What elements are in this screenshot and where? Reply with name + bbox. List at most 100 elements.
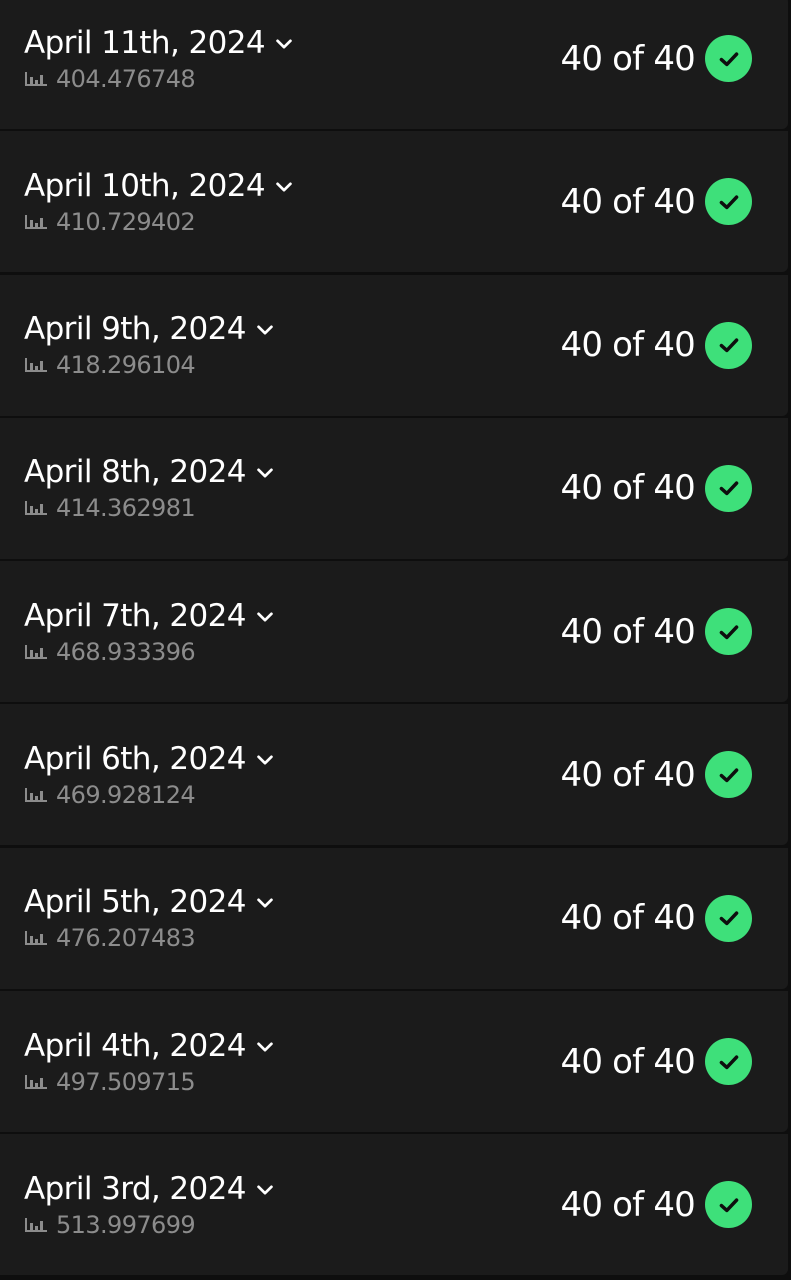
entry-score: 476.207483 bbox=[56, 924, 196, 953]
list-item[interactable]: April 5th, 2024 476.207483 40 of 40 bbox=[0, 847, 788, 989]
entry-status: 40 of 40 bbox=[560, 178, 752, 226]
date-line: April 3rd, 2024 bbox=[24, 1170, 276, 1208]
entry-info: April 9th, 2024 418.296104 bbox=[24, 310, 276, 380]
bar-chart-icon bbox=[25, 1217, 47, 1232]
entry-info: April 10th, 2024 410.729402 bbox=[24, 167, 295, 237]
daily-results-list: April 11th, 2024 404.476748 40 of 40 Apr… bbox=[0, 0, 791, 1276]
score-line: 404.476748 bbox=[24, 64, 295, 94]
bar-chart-icon bbox=[25, 214, 47, 229]
entry-date: April 5th, 2024 bbox=[24, 884, 246, 921]
list-item[interactable]: April 9th, 2024 418.296104 40 of 40 bbox=[0, 274, 788, 416]
progress-count: 40 of 40 bbox=[560, 1184, 695, 1225]
entry-info: April 11th, 2024 404.476748 bbox=[24, 24, 295, 94]
progress-count: 40 of 40 bbox=[560, 325, 695, 366]
progress-count: 40 of 40 bbox=[560, 38, 695, 79]
score-line: 497.509715 bbox=[24, 1067, 276, 1097]
entry-score: 410.729402 bbox=[56, 207, 196, 236]
entry-score: 513.997699 bbox=[56, 1210, 196, 1239]
list-item[interactable]: April 3rd, 2024 513.997699 40 of 40 bbox=[0, 1134, 788, 1276]
entry-date: April 9th, 2024 bbox=[24, 311, 246, 348]
entry-score: 469.928124 bbox=[56, 780, 196, 809]
entry-date: April 3rd, 2024 bbox=[24, 1170, 247, 1207]
entry-date: April 6th, 2024 bbox=[24, 740, 246, 777]
entry-score: 404.476748 bbox=[56, 64, 196, 93]
list-item[interactable]: April 11th, 2024 404.476748 40 of 40 bbox=[0, 0, 788, 129]
entry-score: 418.296104 bbox=[56, 351, 196, 380]
score-line: 469.928124 bbox=[24, 780, 276, 810]
bar-chart-icon bbox=[25, 501, 47, 516]
bar-chart-icon bbox=[25, 787, 47, 802]
chevron-down-icon[interactable] bbox=[254, 319, 276, 341]
chevron-down-icon[interactable] bbox=[254, 749, 276, 771]
entry-status: 40 of 40 bbox=[560, 894, 752, 942]
entry-status: 40 of 40 bbox=[560, 321, 752, 369]
check-circle-icon bbox=[705, 751, 752, 799]
date-line: April 8th, 2024 bbox=[24, 453, 276, 491]
entry-status: 40 of 40 bbox=[560, 608, 752, 656]
chevron-down-icon[interactable] bbox=[273, 33, 295, 55]
list-item[interactable]: April 6th, 2024 469.928124 40 of 40 bbox=[0, 704, 788, 846]
check-circle-icon bbox=[705, 464, 752, 512]
score-line: 418.296104 bbox=[24, 350, 276, 380]
progress-count: 40 of 40 bbox=[560, 754, 695, 795]
entry-status: 40 of 40 bbox=[560, 1038, 752, 1086]
check-circle-icon bbox=[705, 1038, 752, 1086]
entry-date: April 4th, 2024 bbox=[24, 1027, 246, 1064]
entry-info: April 4th, 2024 497.509715 bbox=[24, 1027, 276, 1097]
chevron-down-icon[interactable] bbox=[254, 892, 276, 914]
date-line: April 11th, 2024 bbox=[24, 24, 295, 62]
entry-info: April 5th, 2024 476.207483 bbox=[24, 883, 276, 953]
progress-count: 40 of 40 bbox=[560, 1041, 695, 1082]
date-line: April 9th, 2024 bbox=[24, 310, 276, 348]
list-item[interactable]: April 4th, 2024 497.509715 40 of 40 bbox=[0, 991, 788, 1133]
check-circle-icon bbox=[705, 608, 752, 656]
list-item[interactable]: April 10th, 2024 410.729402 40 of 40 bbox=[0, 131, 788, 273]
entry-info: April 3rd, 2024 513.997699 bbox=[24, 1170, 276, 1240]
score-line: 414.362981 bbox=[24, 493, 276, 523]
check-circle-icon bbox=[705, 178, 752, 226]
check-circle-icon bbox=[705, 35, 752, 82]
date-line: April 5th, 2024 bbox=[24, 883, 276, 921]
list-item[interactable]: April 8th, 2024 414.362981 40 of 40 bbox=[0, 417, 788, 559]
progress-count: 40 of 40 bbox=[560, 468, 695, 509]
bar-chart-icon bbox=[25, 358, 47, 373]
entry-score: 414.362981 bbox=[56, 494, 196, 523]
entry-info: April 6th, 2024 469.928124 bbox=[24, 740, 276, 810]
check-circle-icon bbox=[705, 1181, 752, 1229]
entry-status: 40 of 40 bbox=[560, 35, 752, 82]
check-circle-icon bbox=[705, 894, 752, 942]
chevron-down-icon[interactable] bbox=[254, 1179, 276, 1201]
chevron-down-icon[interactable] bbox=[273, 176, 295, 198]
entry-info: April 7th, 2024 468.933396 bbox=[24, 597, 276, 667]
date-line: April 10th, 2024 bbox=[24, 167, 295, 205]
entry-score: 497.509715 bbox=[56, 1067, 196, 1096]
progress-count: 40 of 40 bbox=[560, 181, 695, 222]
date-line: April 7th, 2024 bbox=[24, 597, 276, 635]
list-item[interactable]: April 7th, 2024 468.933396 40 of 40 bbox=[0, 561, 788, 703]
entry-status: 40 of 40 bbox=[560, 464, 752, 512]
bar-chart-icon bbox=[25, 1074, 47, 1089]
entry-date: April 10th, 2024 bbox=[24, 167, 266, 204]
score-line: 513.997699 bbox=[24, 1210, 276, 1240]
date-line: April 4th, 2024 bbox=[24, 1027, 276, 1065]
progress-count: 40 of 40 bbox=[560, 898, 695, 939]
date-line: April 6th, 2024 bbox=[24, 740, 276, 778]
chevron-down-icon[interactable] bbox=[254, 606, 276, 628]
check-circle-icon bbox=[705, 321, 752, 369]
score-line: 468.933396 bbox=[24, 637, 276, 667]
score-line: 410.729402 bbox=[24, 207, 295, 237]
bar-chart-icon bbox=[25, 644, 47, 659]
bar-chart-icon bbox=[25, 931, 47, 946]
chevron-down-icon[interactable] bbox=[254, 462, 276, 484]
progress-count: 40 of 40 bbox=[560, 611, 695, 652]
bar-chart-icon bbox=[25, 71, 47, 86]
entry-status: 40 of 40 bbox=[560, 1181, 752, 1229]
entry-info: April 8th, 2024 414.362981 bbox=[24, 453, 276, 523]
entry-score: 468.933396 bbox=[56, 637, 196, 666]
score-line: 476.207483 bbox=[24, 923, 276, 953]
entry-date: April 11th, 2024 bbox=[24, 24, 266, 61]
entry-status: 40 of 40 bbox=[560, 751, 752, 799]
chevron-down-icon[interactable] bbox=[254, 1036, 276, 1058]
entry-date: April 8th, 2024 bbox=[24, 454, 246, 491]
entry-date: April 7th, 2024 bbox=[24, 597, 246, 634]
